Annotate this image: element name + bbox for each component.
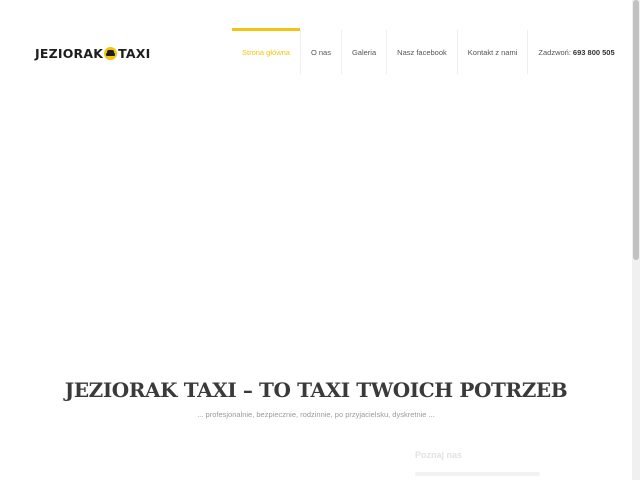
taxi-icon [104,46,118,60]
nav-item-facebook[interactable]: Nasz facebook [387,30,458,74]
hero-subtitle: ... profesjonalnie, bezpiecznie, rodzinn… [197,410,435,419]
phone-label: Zadzwoń: [538,47,571,57]
hero-title: JEZIORAK TAXI – TO TAXI TWOICH POTRZEB [64,378,568,402]
logo-text-right: TAXI [118,45,151,61]
site-logo[interactable]: JEZIORAK TAXI [35,44,150,62]
faded-text-line [415,472,540,476]
nav-item-gallery[interactable]: Galeria [342,30,388,74]
nav-item-contact[interactable]: Kontakt z nami [458,30,529,74]
scrollbar-thumb[interactable] [633,0,639,260]
nav-item-about[interactable]: O nas [301,30,342,74]
phone-number[interactable]: 693 800 505 [573,48,615,57]
main-nav: Strona główna O nas Galeria Nasz faceboo… [232,28,615,74]
nav-phone[interactable]: Zadzwoń: 693 800 505 [528,30,614,74]
site-header: JEZIORAK TAXI Strona główna O nas Galeri… [0,0,632,90]
logo-text-left: JEZIORAK [35,45,104,61]
nav-item-home[interactable]: Strona główna [232,28,301,74]
section-heading: Poznaj nas [415,450,463,460]
page-scrollbar[interactable] [632,0,640,480]
